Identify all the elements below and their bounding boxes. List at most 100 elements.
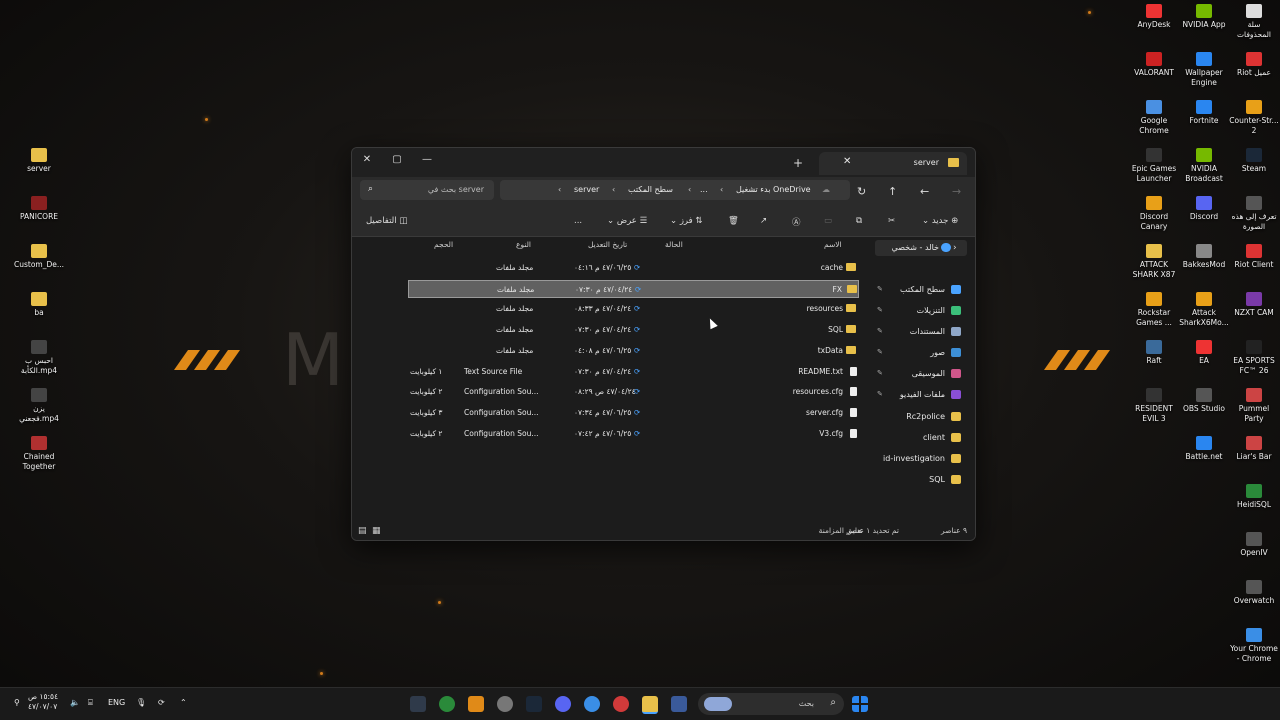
sidebar-item[interactable]: Rc2police — [875, 409, 967, 425]
tab-server[interactable]: ✕ server — [819, 152, 967, 175]
language-indicator[interactable]: ENG — [108, 698, 125, 707]
microphone-icon[interactable]: 🎙 — [136, 698, 146, 707]
sidebar-item[interactable]: client — [875, 430, 967, 446]
new-tab-button[interactable]: + — [793, 156, 803, 170]
file-row[interactable]: README.txt ⟳ ٤٧/٠٤/٢٤ م ٠٧:٣٠ Text Source F… — [408, 363, 859, 381]
new-button[interactable]: ⌄ جديد ⊕ — [922, 216, 958, 226]
chevron-up-icon[interactable]: ⌃ — [180, 698, 187, 707]
refresh-icon[interactable]: ↻ — [857, 185, 866, 198]
chrome-icon[interactable] — [584, 696, 600, 712]
sidebar-item[interactable]: ✎ الموسيقى — [875, 366, 967, 382]
volume-icon[interactable]: 🔈 — [70, 698, 80, 707]
maximize-button[interactable]: ▢ — [386, 152, 408, 168]
sidebar-item[interactable]: id-investigation — [875, 451, 967, 467]
desktop-icon[interactable]: Discord Canary — [1127, 196, 1181, 232]
copy-icon[interactable]: ⧉ — [856, 216, 862, 226]
column-name[interactable]: الاسم — [824, 240, 842, 249]
network-icon[interactable]: ⌸ — [88, 698, 93, 708]
column-status[interactable]: الحالة — [665, 240, 683, 249]
desktop-icon[interactable]: Counter-Str... 2 — [1227, 100, 1280, 136]
app-icon[interactable] — [468, 696, 484, 712]
terminal-icon[interactable] — [410, 696, 426, 712]
start-icon[interactable] — [852, 696, 868, 712]
sidebar-item[interactable]: ✎ سطح المكتب — [875, 282, 967, 298]
heidisql-icon[interactable] — [439, 696, 455, 712]
steam-icon[interactable] — [526, 696, 542, 712]
app-icon[interactable] — [613, 696, 629, 712]
desktop-icon[interactable]: تعرف إلى هذه الصورة — [1227, 196, 1280, 232]
desktop-icon[interactable]: Riot Client — [1227, 244, 1280, 270]
discord-icon[interactable] — [555, 696, 571, 712]
language-icon[interactable]: ⚲ — [14, 698, 20, 707]
minimize-button[interactable]: — — [416, 152, 438, 168]
sidebar-item-onedrive[interactable]: › خالد - شخصي — [875, 240, 967, 256]
clock[interactable]: ١٥:٥٤ ص ٤٧/٠٧/٠٧ — [28, 692, 58, 712]
file-row[interactable]: txData ⟳ ٤٧/٠٦/٢٥ م ٠٤:٠٨ مجلد ملفات — [408, 342, 859, 360]
rename-icon[interactable]: Ⓐ — [792, 216, 801, 228]
file-row[interactable]: SQL ⟳ ٤٧/٠٤/٢٤ م ٠٧:٣٠ مجلد ملفات — [408, 321, 859, 339]
desktop-icon[interactable]: HeidiSQL — [1227, 484, 1280, 510]
desktop-icon[interactable]: NVIDIA Broadcast — [1177, 148, 1231, 184]
delete-icon[interactable]: 🗑 — [728, 216, 739, 226]
breadcrumb-onedrive[interactable]: بدء تشغيل OneDrive — [736, 185, 811, 194]
desktop-icon[interactable]: Wallpaper Engine — [1177, 52, 1231, 88]
desktop-icon[interactable]: احبس ب الكأبة.mp4 — [12, 340, 66, 376]
desktop-icon[interactable]: BakkesMod — [1177, 244, 1231, 270]
desktop-icon[interactable]: Your Chrome - Chrome — [1227, 628, 1280, 664]
details-view-icon[interactable]: ▤ — [358, 526, 367, 536]
desktop-icon[interactable]: OBS Studio — [1177, 388, 1231, 414]
search-input[interactable]: ⌕ بحث في server — [360, 180, 494, 200]
desktop-icon[interactable]: NZXT CAM — [1227, 292, 1280, 318]
file-row[interactable]: resources.cfg ⟳ ٤٧/٠٤/٢٤ ص ٠٨:٢٩ Configurat… — [408, 383, 859, 401]
paste-icon[interactable]: ▭ — [824, 216, 832, 226]
desktop-icon[interactable]: VALORANT — [1127, 52, 1181, 78]
desktop-icon[interactable]: سلة المحذوفات — [1227, 4, 1280, 40]
desktop-icon[interactable]: PANICORE — [12, 196, 66, 222]
file-row[interactable]: resources ⟳ ٤٧/٠٤/٢٤ م ٠٨:٣٣ مجلد ملفات — [408, 300, 859, 318]
desktop-icon[interactable]: Liar's Bar — [1227, 436, 1280, 462]
sidebar-item[interactable]: ✎ صور — [875, 345, 967, 361]
desktop-icon[interactable]: Fortnite — [1177, 100, 1231, 126]
sidebar-item[interactable]: ✎ التنزيلات — [875, 303, 967, 319]
desktop-icon[interactable]: Raft — [1127, 340, 1181, 366]
sidebar-item[interactable]: SQL — [875, 472, 967, 488]
app-icon[interactable] — [671, 696, 687, 712]
desktop-icon[interactable]: ATTACK SHARK X87 — [1127, 244, 1181, 280]
file-row[interactable]: cache ⟳ ٤٧/٠٦/٢٥ م ٠٤:١٦ مجلد ملفات — [408, 259, 859, 277]
desktop-icon[interactable]: Google Chrome — [1127, 100, 1181, 136]
desktop-icon[interactable]: OpenIV — [1227, 532, 1280, 558]
sidebar-item[interactable]: ✎ ملفات الفيديو — [875, 387, 967, 403]
desktop-icon[interactable]: Discord — [1177, 196, 1231, 222]
details-pane-button[interactable]: التفاصيل ◫ — [366, 216, 407, 226]
file-row[interactable]: server.cfg ⟳ ٤٧/٠٦/٢٥ م ٠٧:٣٤ Configuration… — [408, 404, 859, 422]
close-window-button[interactable]: ✕ — [356, 152, 378, 168]
desktop-icon[interactable]: server — [12, 148, 66, 174]
desktop-icon[interactable]: Steam — [1227, 148, 1280, 174]
forward-arrow-icon[interactable]: → — [952, 185, 961, 198]
desktop-icon[interactable]: NVIDIA App — [1177, 4, 1231, 30]
search-box[interactable]: بحث ⌕ — [698, 693, 844, 715]
column-type[interactable]: النوع — [516, 240, 531, 249]
desktop-icon[interactable]: EA — [1177, 340, 1231, 366]
sidebar-item[interactable]: ✎ المستندات — [875, 324, 967, 340]
breadcrumb-server[interactable]: server — [574, 185, 599, 194]
desktop-icon[interactable]: Rockstar Games ... — [1127, 292, 1181, 328]
column-modified[interactable]: تاريخ التعديل — [588, 240, 627, 249]
desktop-icon[interactable]: Epic Games Launcher — [1127, 148, 1181, 184]
desktop-icon[interactable]: ba — [12, 292, 66, 318]
address-bar[interactable]: ‹ server ‹ سطح المكتب ‹ ... ‹ بدء تشغيل … — [500, 180, 850, 200]
desktop-icon[interactable]: RESIDENT EVIL 3 — [1127, 388, 1181, 424]
sync-icon[interactable]: ⟳ — [158, 698, 165, 707]
desktop-icon[interactable]: يزن فجعني.mp4 — [12, 388, 66, 424]
breadcrumb-desktop[interactable]: سطح المكتب — [628, 185, 673, 194]
desktop-icon[interactable]: Pummel Party — [1227, 388, 1280, 424]
share-icon[interactable]: ↗ — [760, 216, 767, 226]
desktop-icon[interactable]: AnyDesk — [1127, 4, 1181, 30]
close-tab-icon[interactable]: ✕ — [843, 156, 851, 167]
up-arrow-icon[interactable]: ↑ — [888, 185, 897, 198]
column-size[interactable]: الحجم — [434, 240, 453, 249]
desktop-icon[interactable]: EA SPORTS FC™ 26 — [1227, 340, 1280, 376]
sort-button[interactable]: ⌄ فرز ⇅ — [670, 216, 703, 226]
desktop-icon[interactable]: Overwatch — [1227, 580, 1280, 606]
file-row[interactable]: FX ⟳ ٤٧/٠٤/٢٤ م ٠٧:٣٠ مجلد ملفات — [408, 279, 859, 298]
